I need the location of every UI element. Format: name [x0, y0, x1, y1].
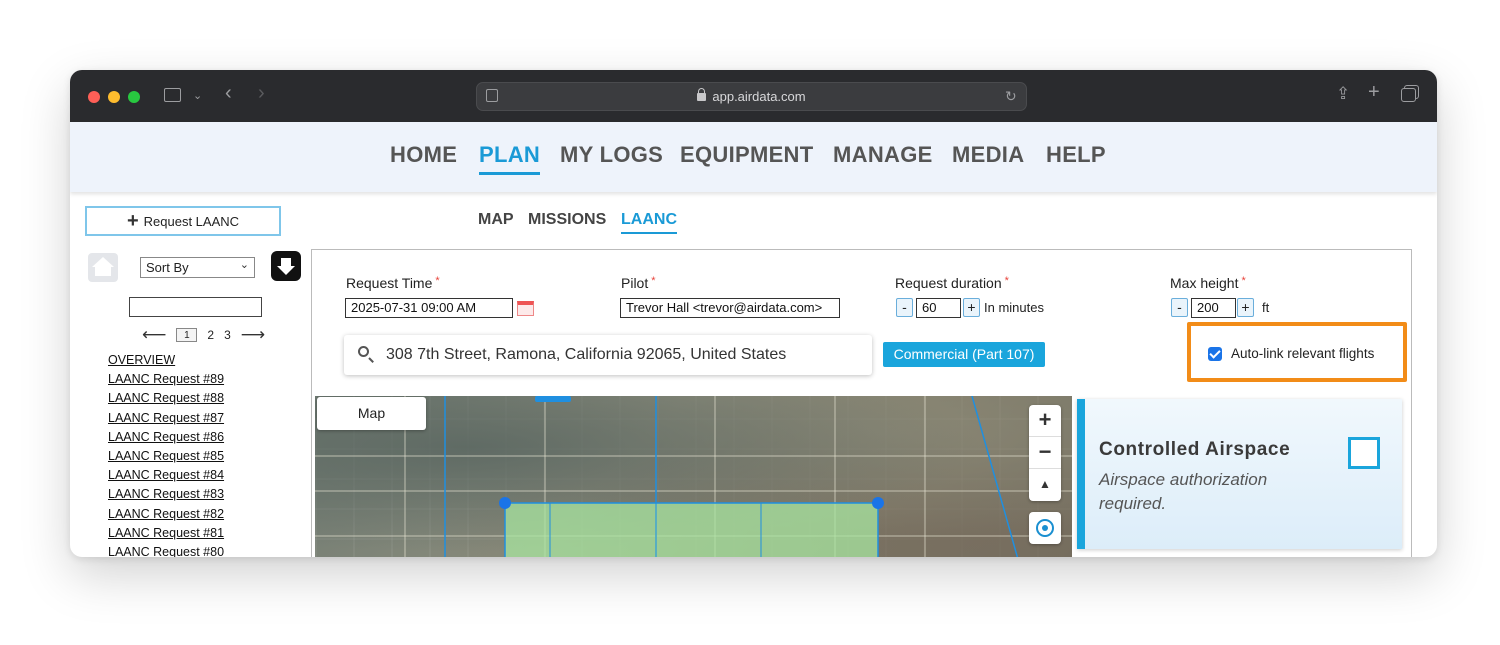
airspace-map[interactable]: Map + − ▲ [315, 396, 1072, 557]
plus-icon: + [126, 210, 139, 232]
autolink-highlight: Auto-link relevant flights [1187, 322, 1407, 382]
download-icon[interactable] [271, 251, 301, 281]
address-bar[interactable]: app.airdata.com ↻ [476, 82, 1027, 111]
browser-window: ⌄ ‹ › app.airdata.com ↻ ⇪ + HOME PLAN MY… [70, 70, 1437, 557]
nav-my-logs[interactable]: MY LOGS [560, 142, 663, 168]
autolink-checkbox[interactable] [1208, 347, 1222, 361]
list-item[interactable]: LAANC Request #84 [108, 466, 308, 485]
sort-by-select[interactable]: Sort By ⌄ [140, 257, 255, 278]
nav-home[interactable]: HOME [390, 142, 457, 168]
nav-media[interactable]: MEDIA [952, 142, 1024, 168]
browser-toolbar: ⌄ ‹ › app.airdata.com ↻ ⇪ + [70, 70, 1437, 122]
forward-icon[interactable]: › [258, 83, 265, 103]
height-decrement-button[interactable]: - [1171, 298, 1188, 317]
search-icon [358, 346, 369, 357]
request-laanc-button[interactable]: + Request LAANC [85, 206, 281, 236]
duration-input[interactable]: 60 [916, 298, 961, 318]
list-item[interactable]: LAANC Request #86 [108, 428, 308, 447]
autolink-label[interactable]: Auto-link relevant flights [1231, 346, 1374, 361]
next-arrow-icon[interactable]: ⟶ [241, 325, 265, 345]
map-overlay [315, 396, 1072, 557]
duration-unit: In minutes [984, 300, 1044, 315]
zoom-in-button[interactable]: + [1029, 405, 1061, 437]
nav-help[interactable]: HELP [1046, 142, 1106, 168]
tab-laanc[interactable]: LAANC [621, 211, 677, 234]
locate-icon[interactable] [1029, 512, 1061, 544]
list-item[interactable]: LAANC Request #83 [108, 485, 308, 504]
new-tab-icon[interactable]: + [1368, 82, 1380, 102]
address-search-input[interactable]: 308 7th Street, Ramona, California 92065… [344, 335, 872, 375]
height-input[interactable]: 200 [1191, 298, 1236, 318]
airspace-subtitle: Airspace authorization required. [1099, 470, 1268, 513]
sidebar-toggle-icon[interactable] [164, 88, 181, 102]
reload-icon[interactable]: ↻ [1005, 88, 1017, 104]
lock-icon [697, 88, 707, 101]
nav-manage[interactable]: MANAGE [833, 142, 933, 168]
tab-overview-icon[interactable] [1401, 88, 1416, 102]
request-time-input[interactable]: 2025-07-31 09:00 AM [345, 298, 513, 318]
list-item[interactable]: LAANC Request #80 [108, 543, 308, 557]
zoom-out-button[interactable]: − [1029, 437, 1061, 469]
tab-missions[interactable]: MISSIONS [528, 211, 606, 229]
share-icon[interactable]: ⇪ [1336, 85, 1350, 102]
nav-plan[interactable]: PLAN [479, 142, 541, 175]
height-unit: ft [1262, 300, 1270, 315]
height-increment-button[interactable]: + [1237, 298, 1254, 317]
close-window-button[interactable] [88, 91, 100, 103]
list-item[interactable]: LAANC Request #81 [108, 524, 308, 543]
pagination: ⟵ 1 2 3 ⟶ [142, 325, 265, 345]
map-type-button[interactable]: Map [317, 397, 426, 430]
list-item[interactable]: LAANC Request #87 [108, 409, 308, 428]
nav-equipment[interactable]: EQUIPMENT [680, 142, 814, 168]
list-item[interactable]: LAANC Request #89 [108, 370, 308, 389]
max-height-label: Max height * [1170, 275, 1246, 291]
request-time-label: Request Time * [346, 275, 440, 291]
page-current[interactable]: 1 [176, 328, 198, 342]
laanc-form-panel: Request Time * 2025-07-31 09:00 AM Pilot *… [311, 249, 1412, 557]
list-item[interactable]: LAANC Request #85 [108, 447, 308, 466]
url-display: app.airdata.com [477, 88, 1026, 104]
main-nav: HOME PLAN MY LOGS EQUIPMENT MANAGE MEDIA… [70, 122, 1437, 192]
duration-label: Request duration * [895, 275, 1009, 291]
pilot-select[interactable]: Trevor Hall <trevor@airdata.com> [620, 298, 840, 318]
compass-icon[interactable]: ▲ [1029, 469, 1061, 501]
home-icon[interactable] [88, 253, 118, 282]
zoom-controls: + − ▲ [1029, 405, 1061, 501]
tab-map[interactable]: MAP [478, 211, 514, 229]
area-handle[interactable] [872, 497, 884, 509]
airspace-indicator [1348, 437, 1380, 469]
filter-input[interactable] [129, 297, 262, 317]
prev-arrow-icon[interactable]: ⟵ [142, 325, 166, 345]
page-link[interactable]: 2 [207, 328, 214, 342]
page-link[interactable]: 3 [224, 328, 231, 342]
minimize-window-button[interactable] [108, 91, 120, 103]
list-item[interactable]: LAANC Request #82 [108, 505, 308, 524]
calendar-icon[interactable] [517, 301, 534, 316]
duration-increment-button[interactable]: + [963, 298, 980, 317]
flight-area[interactable] [504, 502, 879, 557]
overview-link[interactable]: OVERVIEW [108, 351, 308, 370]
back-icon[interactable]: ‹ [225, 83, 232, 103]
pilot-label: Pilot * [621, 275, 656, 291]
chevron-down-icon: ⌄ [239, 259, 249, 271]
operation-type-button[interactable]: Commercial (Part 107) [883, 342, 1045, 367]
maximize-window-button[interactable] [128, 91, 140, 103]
chevron-down-icon[interactable]: ⌄ [193, 88, 202, 104]
airspace-title: Controlled Airspace [1099, 439, 1291, 460]
airspace-status-card: Controlled Airspace Airspace authorizati… [1077, 399, 1402, 549]
request-list: OVERVIEW LAANC Request #89 LAANC Request… [108, 351, 308, 557]
area-handle[interactable] [499, 497, 511, 509]
list-item[interactable]: LAANC Request #88 [108, 389, 308, 408]
duration-decrement-button[interactable]: - [896, 298, 913, 317]
grid-label-tab [535, 396, 571, 402]
